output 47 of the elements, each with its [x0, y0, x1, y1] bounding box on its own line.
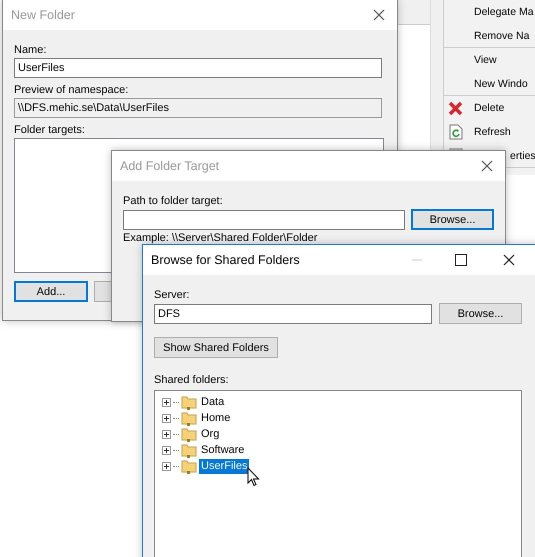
server-field[interactable]: DFS — [154, 304, 432, 324]
folder-icon — [181, 458, 197, 474]
folder-icon — [181, 394, 197, 410]
close-icon[interactable] — [503, 254, 515, 266]
folder-icon — [181, 442, 197, 458]
menu-item[interactable]: Delete — [444, 96, 535, 120]
browse-button[interactable]: Browse... — [411, 209, 494, 230]
field-label: Server: — [154, 289, 190, 301]
field-label: Preview of namespace: — [14, 84, 130, 96]
expand-icon[interactable] — [162, 398, 171, 406]
field-label: Shared folders: — [154, 374, 230, 386]
mouse-cursor-icon — [247, 467, 260, 487]
add-button[interactable]: Add... — [14, 281, 88, 302]
path-field[interactable] — [123, 210, 405, 230]
window-title: Add Folder Target — [120, 159, 220, 173]
name-field[interactable]: UserFiles — [14, 58, 382, 78]
show-shared-folders-button[interactable]: Show Shared Folders — [154, 337, 278, 358]
preview-field[interactable]: \\DFS.mehic.se\Data\UserFiles — [14, 98, 382, 118]
browse-button[interactable]: Browse... — [439, 303, 522, 324]
field-label: Name: — [14, 44, 48, 56]
menu-item[interactable]: Remove Na — [444, 24, 535, 48]
tree-item[interactable]: Data — [199, 394, 226, 410]
close-icon[interactable] — [481, 160, 493, 172]
window-title: Browse for Shared Folders — [151, 253, 301, 267]
tree-item[interactable]: Software — [199, 442, 246, 458]
menu-item[interactable]: New Windo — [444, 72, 535, 96]
shared-folders-tree[interactable]: Data Home Org Software UserFiles — [154, 390, 522, 557]
tree-item[interactable]: Org — [199, 426, 222, 442]
maximize-icon[interactable] — [455, 254, 467, 266]
menu-item[interactable]: Refresh — [444, 120, 535, 144]
refresh-icon — [448, 124, 464, 140]
delete-icon — [448, 100, 464, 116]
example-text: Example: \\Server\Shared Folder\Folder — [123, 232, 318, 244]
folder-icon — [181, 426, 197, 442]
field-label: Folder targets: — [14, 124, 86, 136]
expand-icon[interactable] — [162, 430, 171, 438]
tree-item[interactable]: UserFiles — [199, 458, 250, 474]
menu-item[interactable]: View — [444, 48, 535, 72]
field-label: Path to folder target: — [123, 195, 224, 207]
folder-icon — [181, 410, 197, 426]
window-title: New Folder — [11, 8, 76, 22]
menu-item[interactable]: Delegate Ma — [444, 0, 535, 24]
close-icon[interactable] — [373, 9, 385, 21]
expand-icon[interactable] — [162, 462, 171, 470]
expand-icon[interactable] — [162, 446, 171, 454]
expand-icon[interactable] — [162, 414, 171, 422]
tree-item[interactable]: Home — [199, 410, 232, 426]
